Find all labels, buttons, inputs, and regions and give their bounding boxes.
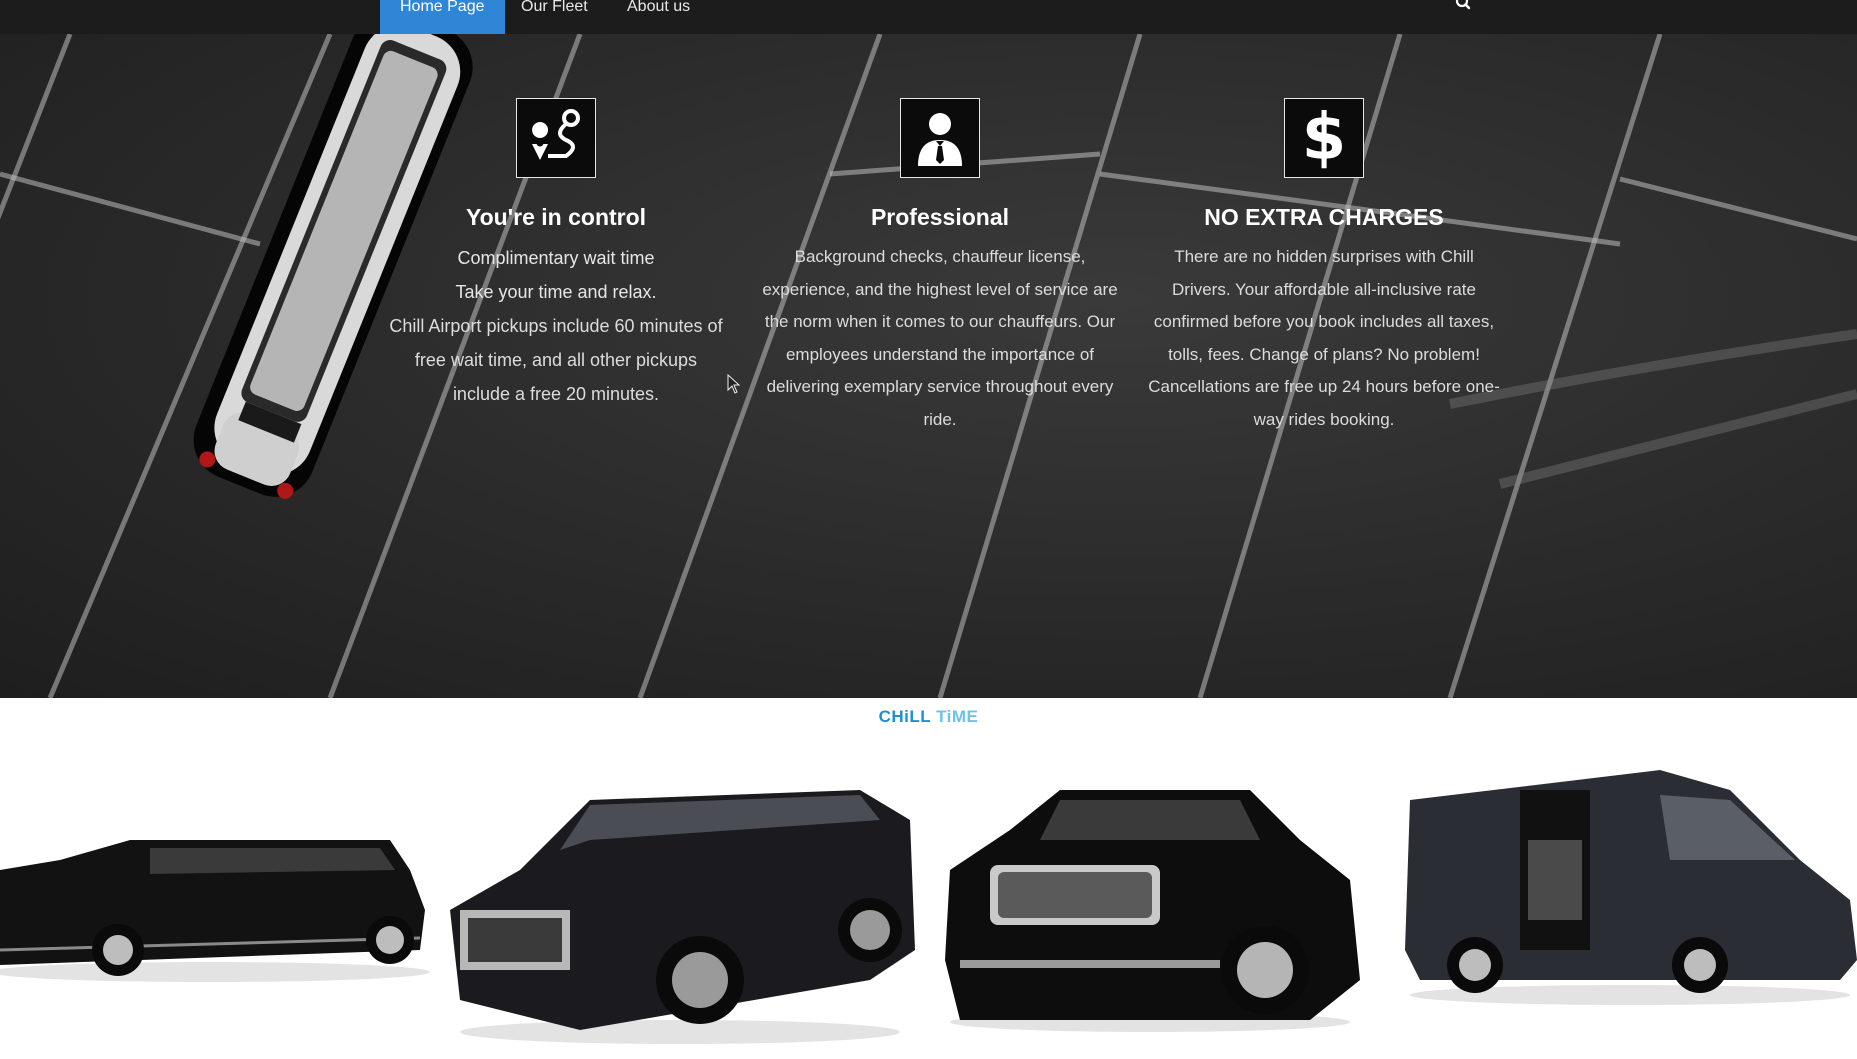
hero-section: You're in control Complimentary wait tim… (0, 34, 1857, 698)
feature-control: You're in control Complimentary wait tim… (376, 98, 736, 411)
search-icon[interactable] (1453, 0, 1473, 12)
feature-title: Professional (870, 204, 1010, 230)
dollar-icon: $ (1284, 98, 1364, 178)
feature-no-extra-charges: $ NO EXTRA CHARGES There are no hidden s… (1144, 98, 1504, 436)
brand-logo-part2: TiME (936, 707, 979, 726)
brand-logo: CHiLL TiME (0, 707, 1857, 727)
feature-subtitle: Complimentary wait time (457, 248, 655, 268)
feature-title: NO EXTRA CHARGES (1204, 204, 1444, 230)
fleet-sprinter-van-image[interactable] (1400, 760, 1857, 1059)
mouse-cursor-icon (727, 374, 741, 394)
nav-home-page[interactable]: Home Page (380, 0, 505, 34)
route-pin-icon (516, 98, 596, 178)
fleet-escalade-image[interactable] (440, 760, 920, 1059)
chauffeur-icon (900, 98, 980, 178)
nav-our-fleet[interactable]: Our Fleet (501, 0, 608, 34)
feature-subtitle: Take your time and relax. (455, 282, 657, 302)
nav-about-us[interactable]: About us (607, 0, 710, 34)
fleet-navigator-image[interactable] (940, 760, 1360, 1059)
feature-professional: Professional Background checks, chauffeu… (760, 98, 1120, 436)
feature-description: There are no hidden surprises with Chill… (1148, 247, 1500, 429)
brand-logo-part1: CHiLL (878, 707, 931, 726)
top-navigation: Home Page Our Fleet About us (0, 0, 1857, 34)
fleet-limousine-image[interactable] (0, 760, 440, 1059)
feature-description: Chill Airport pickups include 60 minutes… (389, 316, 723, 404)
feature-description: Background checks, chauffeur license, ex… (762, 247, 1118, 429)
feature-title: You're in control (465, 204, 647, 230)
